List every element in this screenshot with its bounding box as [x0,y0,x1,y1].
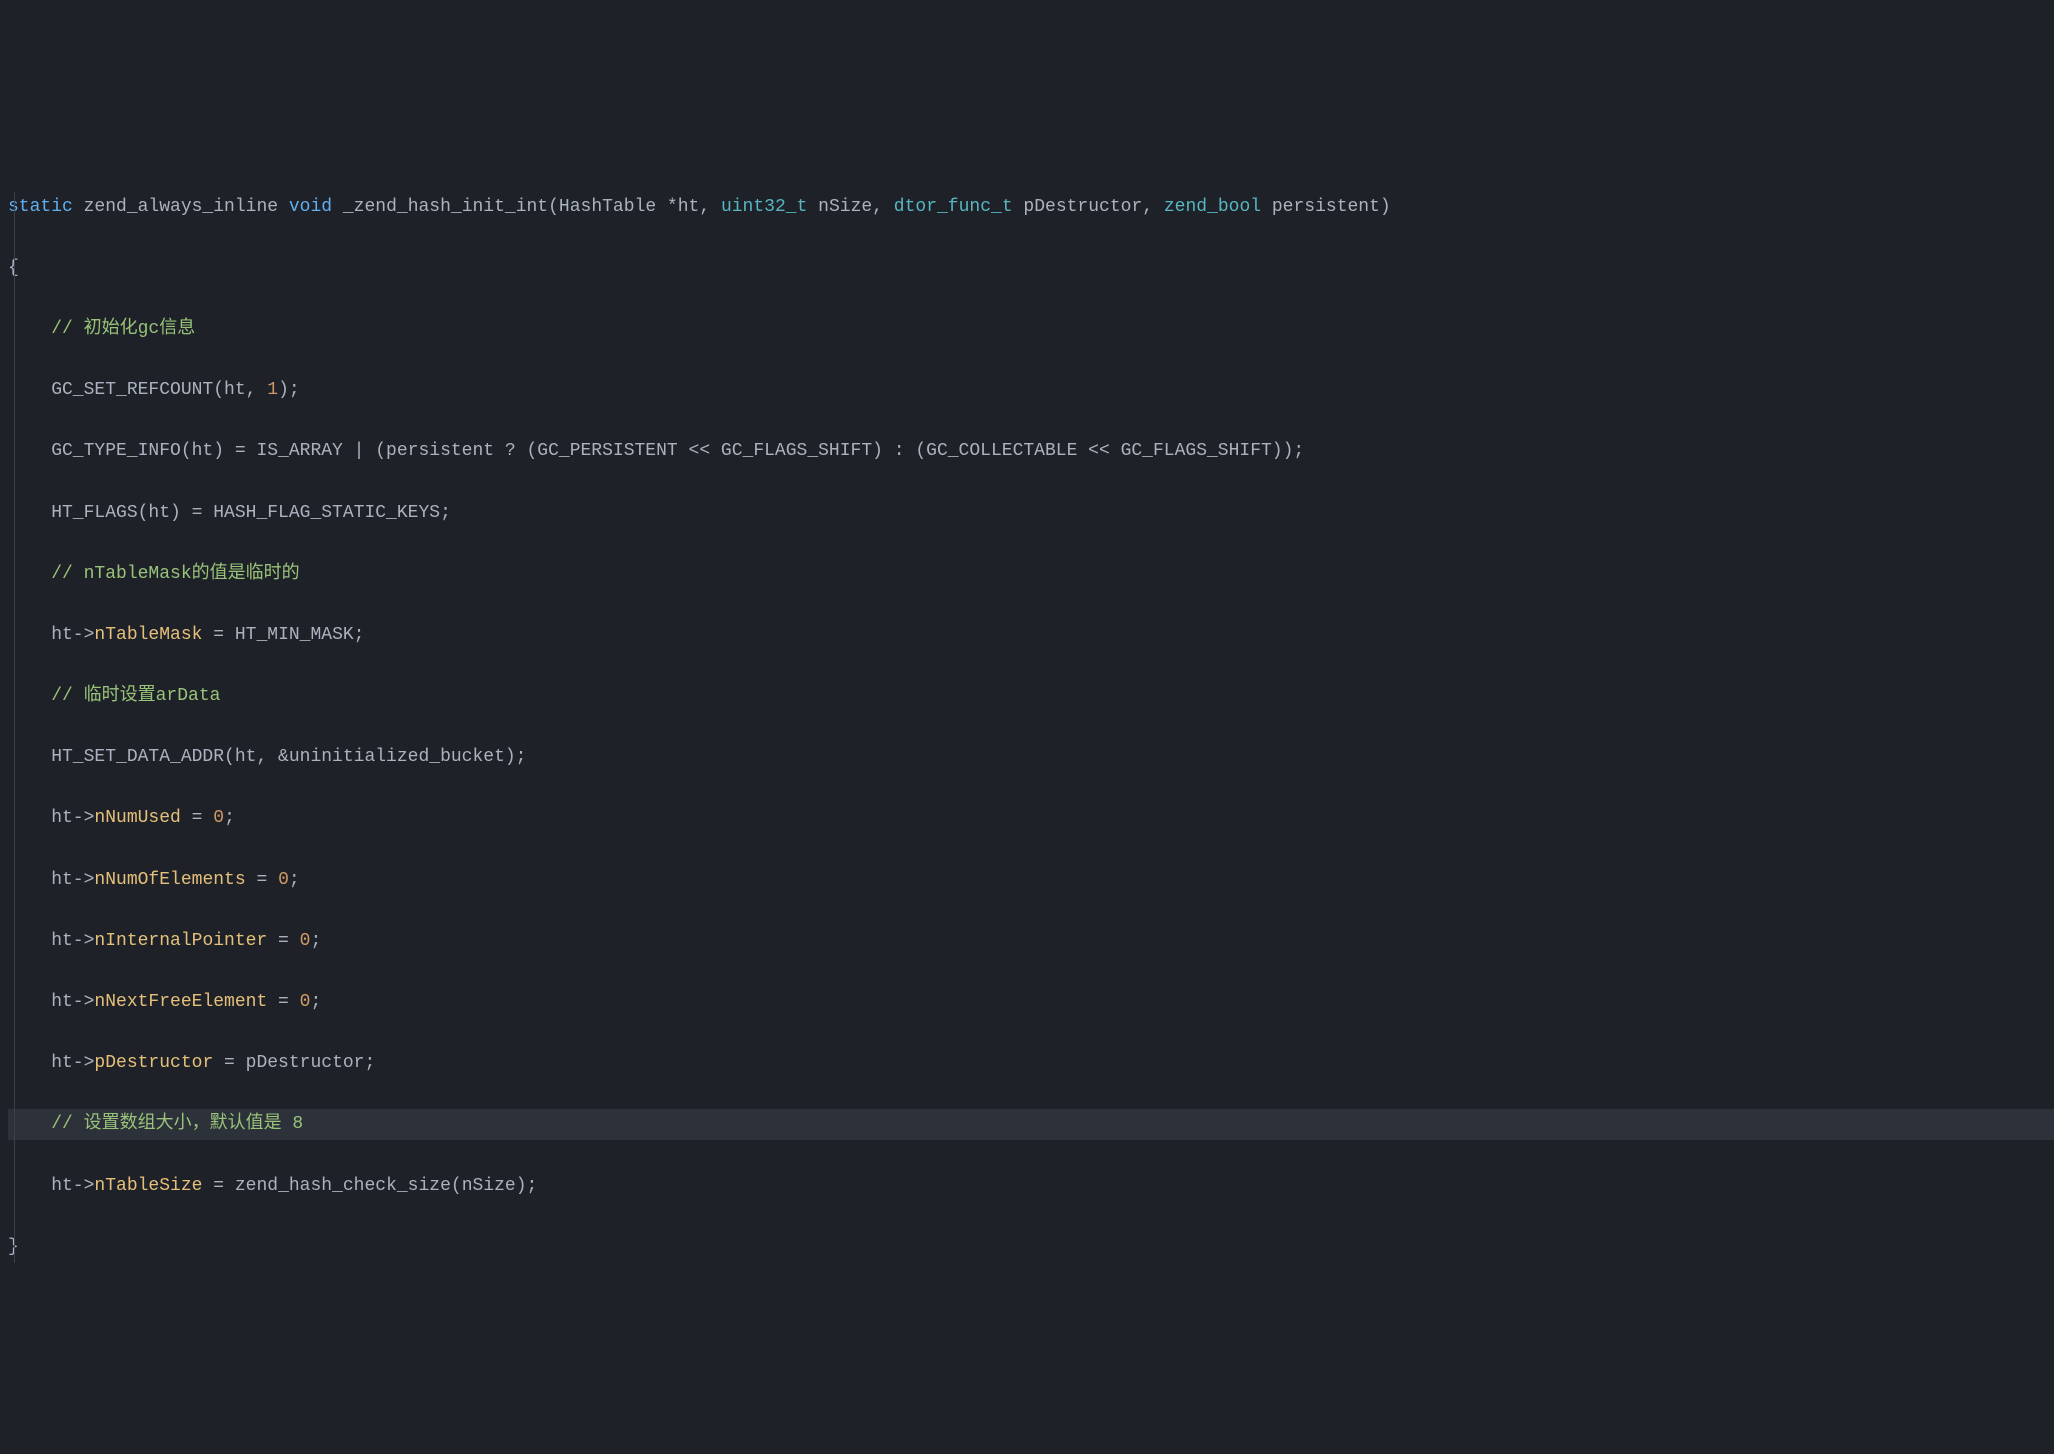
keyword-static: static [8,197,73,217]
code-block[interactable]: static zend_always_inline void _zend_has… [0,130,2054,1293]
keyword-void: void [289,197,332,217]
member-ninternalpointer: nInternalPointer [94,931,267,951]
type-zend-bool: zend_bool [1164,197,1261,217]
indent-guide [14,192,15,1263]
code-line: ht->nTableMask = HT_MIN_MASK; [8,620,2054,651]
comment: // 初始化gc信息 [8,319,195,339]
code-line: // 初始化gc信息 [8,314,2054,345]
code-line: GC_TYPE_INFO(ht) = IS_ARRAY | (persisten… [8,436,2054,467]
code-line: HT_FLAGS(ht) = HASH_FLAG_STATIC_KEYS; [8,498,2054,529]
member-ntablemask: nTableMask [94,625,202,645]
member-pdestructor: pDestructor [94,1053,213,1073]
code-line: ht->nNumOfElements = 0; [8,865,2054,896]
type-dtor-func: dtor_func_t [894,197,1013,217]
member-nnumofelements: nNumOfElements [94,870,245,890]
code-line: GC_SET_REFCOUNT(ht, 1); [8,375,2054,406]
code-line: ht->pDestructor = pDestructor; [8,1048,2054,1079]
type-uint32: uint32_t [721,197,807,217]
code-line: } [8,1232,2054,1263]
comment: // nTableMask的值是临时的 [8,564,300,584]
comment: // 设置数组大小，默认值是 8 [8,1114,303,1134]
code-line: { [8,253,2054,284]
code-line: ht->nNextFreeElement = 0; [8,987,2054,1018]
member-nnextfreeelement: nNextFreeElement [94,992,267,1012]
code-line: // 临时设置arData [8,681,2054,712]
code-line: HT_SET_DATA_ADDR(ht, &uninitialized_buck… [8,742,2054,773]
comment: // 临时设置arData [8,686,220,706]
member-nnumused: nNumUsed [94,808,180,828]
code-line: ht->nNumUsed = 0; [8,803,2054,834]
code-line: ht->nInternalPointer = 0; [8,926,2054,957]
code-line-highlighted: // 设置数组大小，默认值是 8 [8,1109,2054,1140]
member-ntablesize: nTableSize [94,1176,202,1196]
code-line: ht->nTableSize = zend_hash_check_size(nS… [8,1171,2054,1202]
code-line: // nTableMask的值是临时的 [8,559,2054,590]
code-line: static zend_always_inline void _zend_has… [8,192,2054,223]
